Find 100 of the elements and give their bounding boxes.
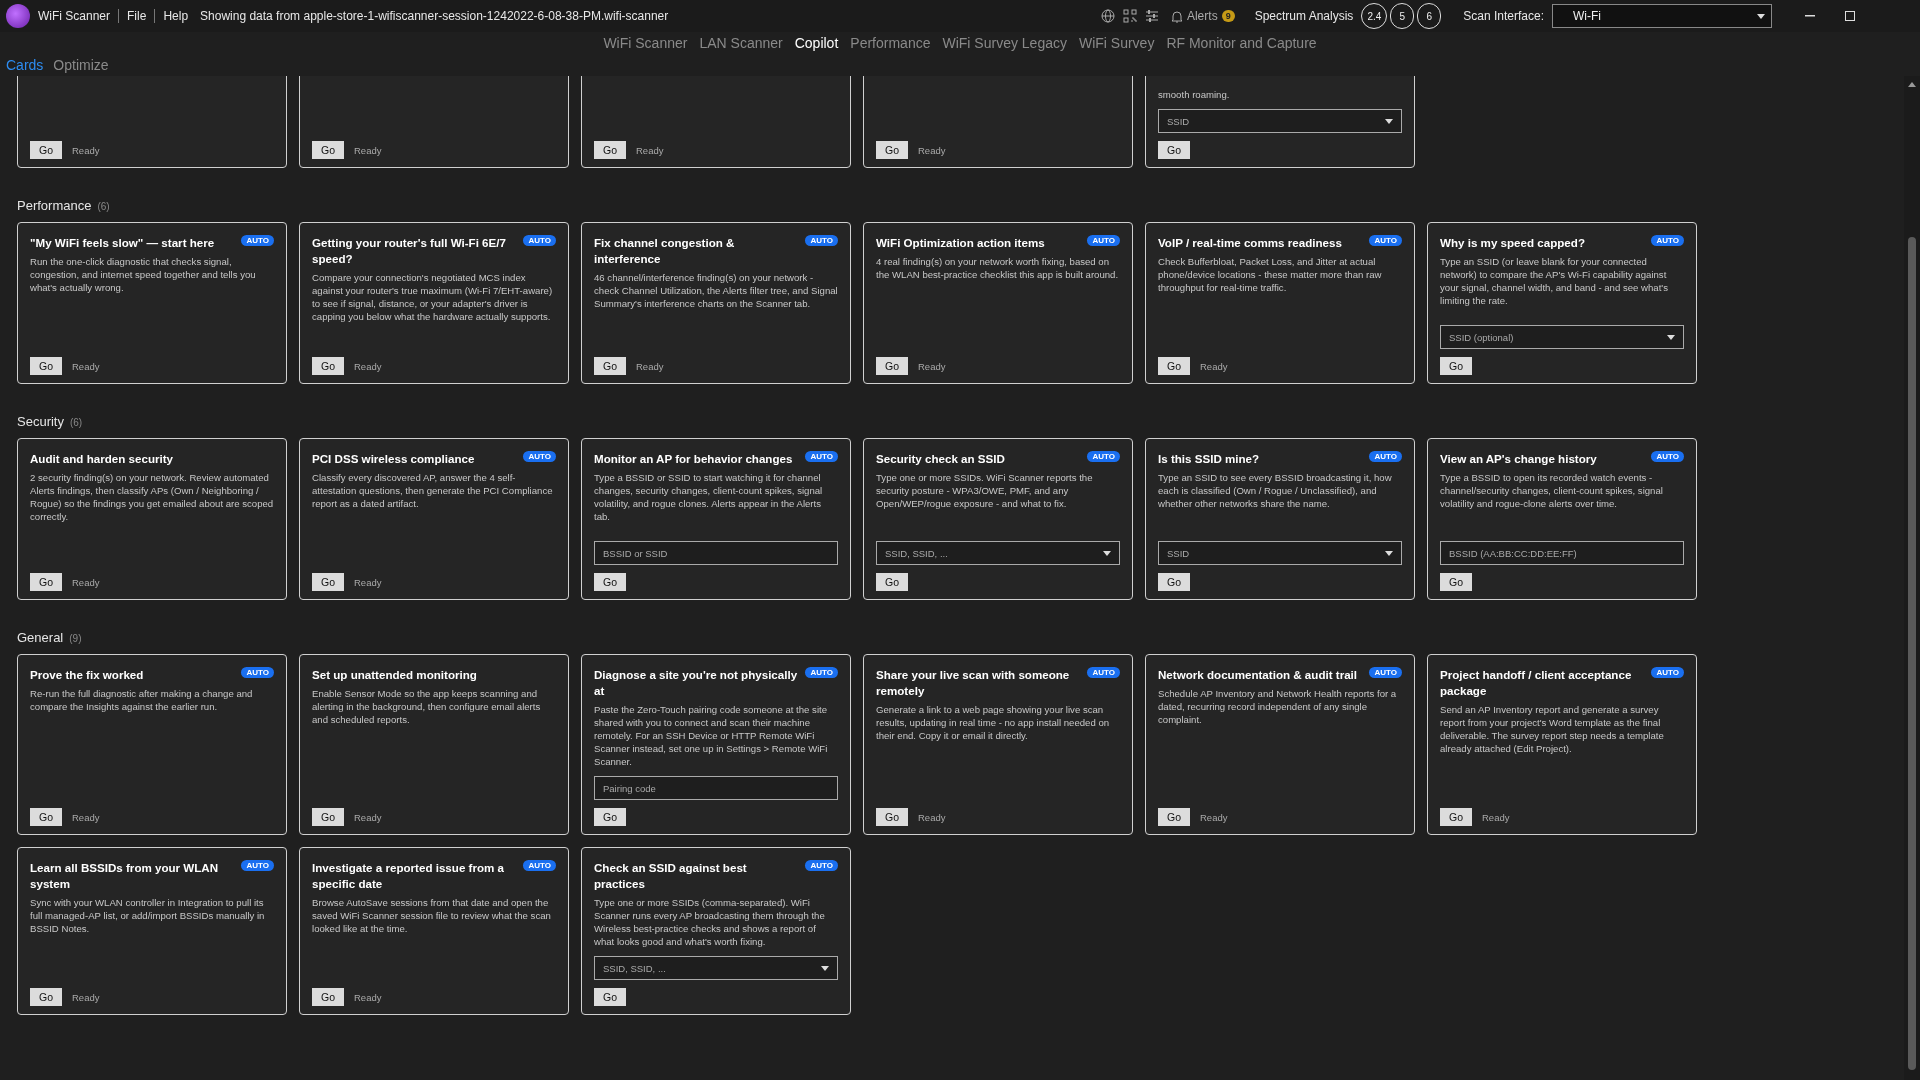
go-button[interactable]: Go — [1440, 808, 1472, 826]
go-button[interactable]: Go — [312, 141, 344, 159]
dropdown-field[interactable]: SSID, SSID, ... — [876, 541, 1120, 565]
auto-badge: AUTO — [1651, 667, 1684, 678]
card-description: Re-run the full diagnostic after making a change and compare the Insights against the earlier run. — [30, 687, 254, 713]
band-toggle[interactable]: 2.4 — [1361, 3, 1388, 29]
card-description: Type a BSSID to open its recorded watch events - channel/security changes, client-count spikes, signal volatility and rogue-clone alerts over time. — [1440, 471, 1664, 510]
auto-badge: AUTO — [523, 451, 556, 462]
card-description: Check Bufferbloat, Packet Loss, and Jitter at actual phone/device locations - these matter more than raw throughput for real-time traffic. — [1158, 255, 1383, 294]
sliders-icon[interactable] — [1144, 9, 1159, 23]
auto-badge: AUTO — [523, 235, 556, 246]
nav-tab[interactable]: LAN Scanner — [699, 35, 783, 51]
input-field[interactable]: Pairing code — [594, 776, 838, 800]
dropdown-caret-icon — [821, 965, 829, 971]
status-text: Ready — [918, 811, 946, 823]
go-button[interactable]: Go — [30, 357, 62, 375]
menu-item[interactable]: Help — [163, 9, 189, 23]
status-text: Ready — [1482, 811, 1510, 823]
input-field[interactable]: BSSID or SSID — [594, 541, 838, 565]
go-button[interactable]: Go — [876, 141, 908, 159]
band-toggle[interactable]: 5 — [1390, 3, 1415, 29]
status-text: Ready — [72, 576, 100, 588]
dropdown-caret-icon — [1757, 13, 1765, 19]
dropdown-caret-icon — [1385, 118, 1393, 124]
card-title: WiFi Optimization action items — [876, 235, 1045, 251]
card-description: Type an SSID (or leave blank for your connected network) to compare the AP's Wi-Fi capability against your signal, channel width, and band - and see what's limiting the rate. — [1440, 255, 1669, 307]
scrollbar[interactable] — [1904, 76, 1920, 1080]
go-button[interactable]: Go — [876, 808, 908, 826]
dropdown-field[interactable]: SSID — [1158, 109, 1402, 133]
globe-icon[interactable] — [1100, 9, 1115, 23]
auto-badge: AUTO — [241, 860, 274, 871]
card-title: Share your live scan with someone remotely — [876, 667, 1071, 699]
card-title: Investigate a reported issue from a specific date — [312, 860, 505, 892]
go-button[interactable]: Go — [594, 808, 626, 826]
dropdown-caret-icon — [1103, 550, 1111, 556]
bell-icon — [1170, 9, 1183, 23]
dropdown-field[interactable]: SSID, SSID, ... — [594, 956, 838, 980]
go-button[interactable]: Go — [1158, 357, 1190, 375]
go-button[interactable]: Go — [1158, 808, 1190, 826]
dropdown-field[interactable]: SSID (optional) — [1440, 325, 1684, 349]
nav-tab[interactable]: WiFi Survey Legacy — [942, 35, 1067, 51]
interface-dropdown[interactable]: Wi-Fi — [1552, 4, 1772, 28]
go-button[interactable]: Go — [594, 573, 626, 591]
card-title: Getting your router's full Wi-Fi 6E/7 speed? — [312, 235, 507, 267]
status-text: Ready — [1200, 811, 1228, 823]
go-button[interactable]: Go — [1440, 357, 1472, 375]
go-button[interactable]: Go — [594, 357, 626, 375]
section-count: (6) — [69, 417, 83, 428]
status-text: Ready — [1200, 360, 1228, 372]
scroll-up-icon[interactable] — [1908, 82, 1916, 87]
go-button[interactable]: Go — [876, 573, 908, 591]
go-button[interactable]: Go — [1158, 573, 1190, 591]
nav-tab[interactable]: Performance — [850, 35, 931, 51]
card-title: Learn all BSSIDs from your WLAN system — [30, 860, 220, 892]
dropdown-caret-icon — [1667, 334, 1675, 340]
card-description: Generate a link to a web page showing your live scan results, updating in real time - no app install needed on their end. Copy it or email it directly. — [876, 703, 1111, 742]
nav-tab[interactable]: RF Monitor and Capture — [1166, 35, 1317, 51]
go-button[interactable]: Go — [312, 573, 344, 591]
section-title: Performance — [17, 198, 92, 213]
nav-tab[interactable]: WiFi Scanner — [603, 35, 688, 51]
go-button[interactable]: Go — [1440, 573, 1472, 591]
card-description: Browse AutoSave sessions from that date and open the saved WiFi Scanner session file to review what the scan looked like at the time. — [312, 896, 552, 935]
card-description: Run the one-click diagnostic that checks signal, congestion, and internet speed together and tells you what's actually wrong. — [30, 255, 257, 294]
card-title: Security check an SSID — [876, 451, 1005, 467]
go-button[interactable]: Go — [594, 988, 626, 1006]
status-text: Ready — [918, 144, 946, 156]
go-button[interactable]: Go — [876, 357, 908, 375]
band-toggle[interactable]: 6 — [1417, 3, 1442, 29]
go-button[interactable]: Go — [312, 357, 344, 375]
dropdown-field[interactable]: SSID — [1158, 541, 1402, 565]
card-description: smooth roaming. — [1158, 88, 1231, 101]
auto-badge: AUTO — [1651, 451, 1684, 462]
section-count: (9) — [69, 633, 82, 644]
card-title: Set up unattended monitoring — [312, 667, 477, 683]
card-title: Diagnose a site you're not physically at — [594, 667, 798, 699]
menu-item[interactable]: File — [127, 9, 147, 23]
sub-tab[interactable]: Cards — [6, 57, 44, 73]
go-button[interactable]: Go — [30, 808, 62, 826]
card-description: 2 security finding(s) on your network. Review automated Alerts findings, then classify APs (Own / Neighboring / Rogue) so the findings you get emailed about are scoped correctly. — [30, 471, 274, 523]
nav-tab[interactable]: WiFi Survey — [1078, 35, 1155, 51]
go-button[interactable]: Go — [312, 808, 344, 826]
section-title: General — [17, 630, 64, 645]
input-field[interactable]: BSSID (AA:BB:CC:DD:EE:FF) — [1440, 541, 1684, 565]
card-description: Enable Sensor Mode so the app keeps scanning and alerting in the background, then configure email alerts and scheduled reports. — [312, 687, 542, 726]
status-text: Ready — [354, 576, 382, 588]
nav-tab[interactable]: Copilot — [794, 35, 839, 51]
go-button[interactable]: Go — [1158, 141, 1190, 159]
alerts-button[interactable]: Alerts 9 — [1166, 9, 1239, 23]
status-text: Ready — [354, 144, 382, 156]
card-description: Schedule AP Inventory and Network Health reports for a dated, recurring record independent of any single complaint. — [1158, 687, 1398, 726]
go-button[interactable]: Go — [312, 988, 344, 1006]
card-title: Network documentation & audit trail — [1158, 667, 1358, 683]
qr-code-icon[interactable] — [1122, 9, 1137, 23]
go-button[interactable]: Go — [30, 141, 62, 159]
section-title: Security — [17, 414, 64, 429]
go-button[interactable]: Go — [30, 988, 62, 1006]
status-text: Ready — [72, 144, 100, 156]
go-button[interactable]: Go — [30, 573, 62, 591]
go-button[interactable]: Go — [594, 141, 626, 159]
sub-tab[interactable]: Optimize — [53, 57, 109, 73]
